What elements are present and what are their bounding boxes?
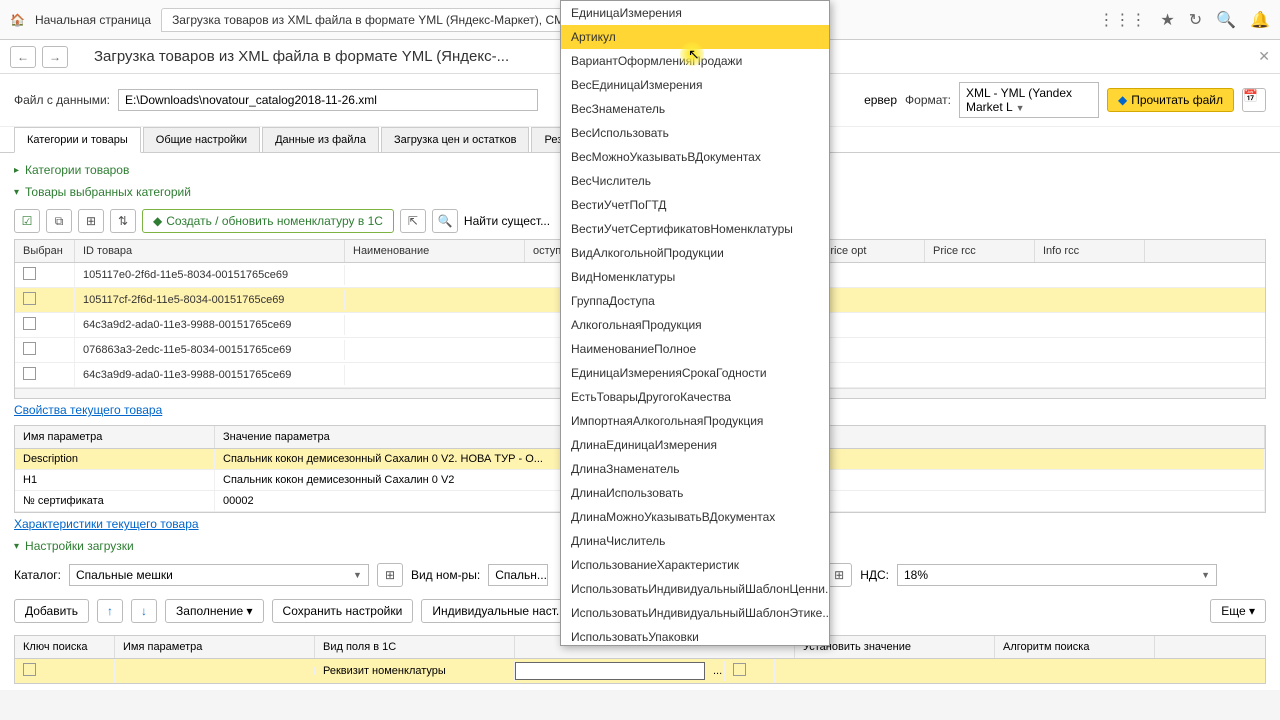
bell-icon[interactable]: 🔔 <box>1250 10 1270 30</box>
breadcrumb-tab[interactable]: Загрузка товаров из XML файла в формате … <box>161 8 624 32</box>
dropdown-item[interactable]: ВидНоменклатуры <box>561 265 829 289</box>
lcol-param: Имя параметра <box>115 636 315 658</box>
field-dropdown[interactable]: ЕдиницаИзмеренияАртикулВариантОформления… <box>560 0 830 646</box>
history-icon[interactable]: ↻ <box>1189 10 1202 30</box>
tab-categories[interactable]: Категории и товары <box>14 127 141 153</box>
create-nomenclature-button[interactable]: ◆Создать / обновить номенклатуру в 1С <box>142 209 394 233</box>
dropdown-item[interactable]: ЕдиницаИзмерения <box>561 1 829 25</box>
copy-button[interactable]: ⧉ <box>46 209 72 233</box>
col-selected[interactable]: Выбран <box>15 240 75 262</box>
col-priceopt[interactable]: Price opt <box>815 240 925 262</box>
dropdown-item[interactable]: ЕдиницаИзмеренияСрокаГодности <box>561 361 829 385</box>
right-toolbar: ⋮⋮⋮ ★ ↻ 🔍 🔔 <box>1098 10 1270 30</box>
dropdown-item[interactable]: ВесЗнаменатель <box>561 97 829 121</box>
save-settings-button[interactable]: Сохранить настройки <box>272 599 414 623</box>
nds-label: НДС: <box>860 568 889 582</box>
col-name[interactable]: Наименование <box>345 240 525 262</box>
lcol-field: Вид поля в 1С <box>315 636 515 658</box>
file-path-input[interactable] <box>118 89 538 111</box>
back-button[interactable]: ← <box>10 46 36 68</box>
star-icon[interactable]: ★ <box>1160 10 1174 30</box>
dropdown-item[interactable]: АлкогольнаяПродукция <box>561 313 829 337</box>
calendar-button[interactable]: 📅 <box>1242 88 1266 112</box>
lcol-key: Ключ поиска <box>15 636 115 658</box>
dropdown-item[interactable]: ДлинаЕдиницаИзмерения <box>561 433 829 457</box>
dropdown-item[interactable]: ВесИспользовать <box>561 121 829 145</box>
catalog-select[interactable]: Спальные мешки▼ <box>69 564 369 586</box>
fill-button[interactable]: Заполнение ▾ <box>165 599 264 623</box>
tab-prices[interactable]: Загрузка цен и остатков <box>381 127 530 152</box>
dropdown-item[interactable]: ИмпортнаяАлкогольнаяПродукция <box>561 409 829 433</box>
vid-select[interactable]: Спальн... <box>488 564 548 586</box>
dropdown-item[interactable]: ВестиУчетСертификатовНоменклатуры <box>561 217 829 241</box>
nds-select[interactable]: 18%▼ <box>897 564 1217 586</box>
dropdown-item[interactable]: ДлинаЧислитель <box>561 529 829 553</box>
vid-label: Вид ном-ры: <box>411 568 480 582</box>
add-button[interactable]: Добавить <box>14 599 89 623</box>
dropdown-item[interactable]: ДлинаИспользовать <box>561 481 829 505</box>
dropdown-item[interactable]: ВидАлкогольнойПродукции <box>561 241 829 265</box>
tab-filedata[interactable]: Данные из файла <box>262 127 379 152</box>
apps-icon[interactable]: ⋮⋮⋮ <box>1098 10 1146 30</box>
dropdown-item[interactable]: Артикул <box>561 25 829 49</box>
dropdown-item[interactable]: ЕстьТоварыДругогоКачества <box>561 385 829 409</box>
home-link[interactable]: Начальная страница <box>35 13 151 27</box>
search-button[interactable]: 🔍 <box>432 209 458 233</box>
close-icon[interactable]: ✕ <box>1258 48 1270 65</box>
export-button[interactable]: ⇱ <box>400 209 426 233</box>
forward-button[interactable]: → <box>42 46 68 68</box>
dropdown-item[interactable]: ИспользоватьИндивидуальныйШаблонЭтике... <box>561 601 829 625</box>
col-inforcc[interactable]: Info rcc <box>1035 240 1145 262</box>
home-icon[interactable]: 🏠 <box>10 13 25 27</box>
props-col-name: Имя параметра <box>15 426 215 448</box>
vid-open-button[interactable]: ⊞ <box>826 563 852 587</box>
dropdown-item[interactable]: НаименованиеПолное <box>561 337 829 361</box>
move-up-button[interactable]: ↑ <box>97 599 123 623</box>
dropdown-item[interactable]: ВесЕдиницаИзмерения <box>561 73 829 97</box>
dropdown-item[interactable]: ДлинаЗнаменатель <box>561 457 829 481</box>
find-existing-label: Найти сущест... <box>464 214 550 228</box>
catalog-label: Каталог: <box>14 568 61 582</box>
dropdown-item[interactable]: ВариантОформленияПродажи <box>561 49 829 73</box>
dropdown-item[interactable]: ВесЧислитель <box>561 169 829 193</box>
individual-settings-button[interactable]: Индивидуальные наст... <box>421 599 577 623</box>
sort-button[interactable]: ⇅ <box>110 209 136 233</box>
dropdown-item[interactable]: ИспользованиеХарактеристик <box>561 553 829 577</box>
tree-button[interactable]: ⊞ <box>78 209 104 233</box>
page-title: Загрузка товаров из XML файла в формате … <box>94 48 509 65</box>
more-button[interactable]: Еще ▾ <box>1210 599 1266 623</box>
catalog-open-button[interactable]: ⊞ <box>377 563 403 587</box>
dropdown-item[interactable]: ВестиУчетПоГТД <box>561 193 829 217</box>
dropdown-item[interactable]: ИспользоватьИндивидуальныйШаблонЦенни... <box>561 577 829 601</box>
format-label: Формат: <box>905 93 951 107</box>
lcol-algo: Алгоритм поиска <box>995 636 1155 658</box>
move-down-button[interactable]: ↓ <box>131 599 157 623</box>
dropdown-item[interactable]: ДлинаМожноУказыватьВДокументах <box>561 505 829 529</box>
file-label: Файл с данными: <box>14 93 110 107</box>
dropdown-item[interactable]: ГруппаДоступа <box>561 289 829 313</box>
search-icon[interactable]: 🔍 <box>1216 10 1236 30</box>
tab-general[interactable]: Общие настройки <box>143 127 260 152</box>
dropdown-item[interactable]: ВесМожноУказыватьВДокументах <box>561 145 829 169</box>
col-pricercc[interactable]: Price rcc <box>925 240 1035 262</box>
read-file-button[interactable]: ◆Прочитать файл <box>1107 88 1234 112</box>
check-all-button[interactable]: ☑ <box>14 209 40 233</box>
load-row[interactable]: Реквизит номенклатуры ... <box>15 659 1265 683</box>
format-select[interactable]: XML - YML (Yandex Market L ▼ <box>959 82 1099 118</box>
col-id[interactable]: ID товара <box>75 240 345 262</box>
dropdown-item[interactable]: ИспользоватьУпаковки <box>561 625 829 646</box>
server-hint: ервер <box>864 93 897 107</box>
